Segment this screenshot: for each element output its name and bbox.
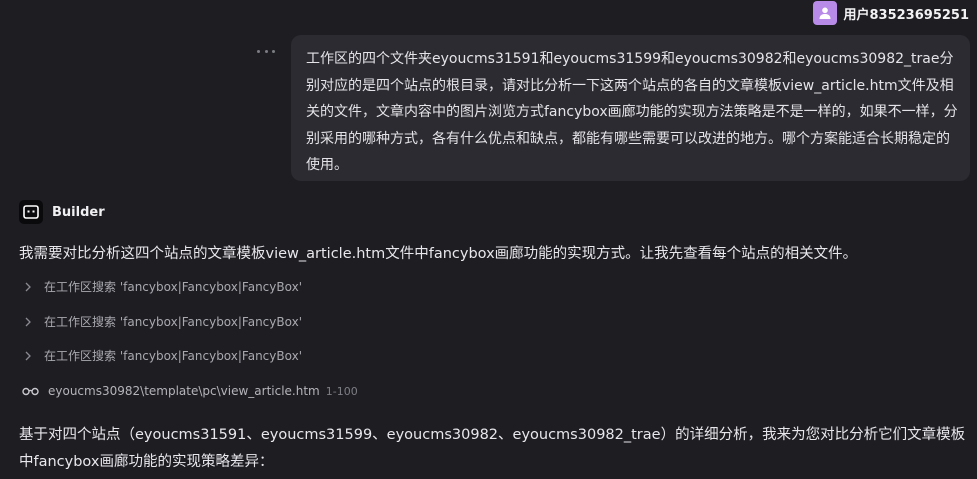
search-step-label: 在工作区搜索 'fancybox|Fancybox|FancyBox' — [44, 315, 302, 329]
user-name: 用户83523695251 — [843, 7, 970, 23]
assistant-intro: 我需要对比分析这四个站点的文章模板view_article.htm文件中fanc… — [19, 246, 858, 262]
search-step[interactable]: 在工作区搜索 'fancybox|Fancybox|FancyBox' — [23, 278, 302, 295]
line-range: 1-100 — [325, 384, 358, 398]
more-dots-icon[interactable] — [257, 46, 275, 56]
assistant-header: Builder — [19, 200, 105, 224]
builder-logo-icon — [19, 200, 43, 224]
search-step-label: 在工作区搜索 'fancybox|Fancybox|FancyBox' — [44, 280, 302, 294]
file-path[interactable]: eyoucms30982\template\pc\view_article.ht… — [48, 384, 320, 398]
user-message-bubble: 工作区的四个文件夹eyoucms31591和eyoucms31599和eyouc… — [291, 35, 970, 181]
search-step[interactable]: 在工作区搜索 'fancybox|Fancybox|FancyBox' — [23, 313, 302, 330]
chevron-right-icon — [23, 351, 33, 361]
chevron-right-icon — [23, 282, 33, 292]
search-step-label: 在工作区搜索 'fancybox|Fancybox|FancyBox' — [44, 349, 302, 363]
chat-page: 用户83523695251 工作区的四个文件夹eyoucms31591和eyou… — [0, 0, 977, 479]
user-avatar[interactable] — [812, 1, 837, 25]
person-icon — [819, 7, 830, 19]
search-step[interactable]: 在工作区搜索 'fancybox|Fancybox|FancyBox' — [23, 347, 302, 364]
glasses-icon — [22, 387, 39, 396]
chevron-right-icon — [23, 317, 33, 327]
file-view-step[interactable]: eyoucms30982\template\pc\view_article.ht… — [22, 384, 358, 398]
assistant-name: Builder — [52, 204, 105, 220]
assistant-summary: 基于对四个站点（eyoucms31591、eyoucms31599、eyoucm… — [19, 427, 966, 470]
user-header: 用户83523695251 — [812, 0, 970, 26]
